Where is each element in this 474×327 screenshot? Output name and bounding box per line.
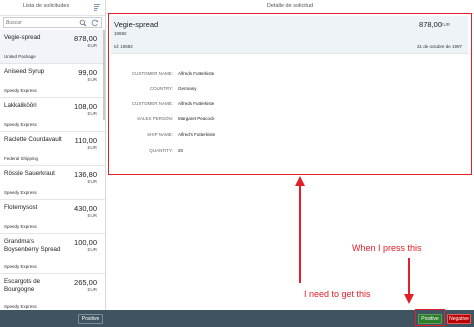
search-input[interactable]: [6, 19, 66, 27]
list-item[interactable]: Vegie-spread 878,00 EUR United Package: [0, 30, 105, 64]
form-value: Alfreds Futterkiste: [178, 101, 215, 106]
item-name: Aniseed Syrup: [4, 68, 45, 75]
object-price: 878,00: [419, 20, 442, 29]
list-item[interactable]: Rössle Sauerkraut 136,80 EUR Speedy Expr…: [0, 166, 105, 200]
item-price: 99,00: [78, 68, 97, 77]
form-row-customer-name: CUSTOMER NAME: Alfreds Futterkiste: [111, 71, 411, 79]
form-value: Germany: [178, 86, 197, 91]
object-header: Vegie-spread 878,00 EUR 10692 Id: 10692 …: [111, 16, 468, 54]
form-row-ship-name: SHIP NAME: Alfred's Futterkiste: [111, 132, 411, 140]
annotation-button-highlight: [415, 309, 445, 326]
form-row-quantity: QUANTITY: 20: [111, 148, 411, 156]
item-price: 100,00: [74, 238, 97, 247]
form-value: Alfreds Futterkiste: [178, 71, 215, 76]
item-shipper: Speedy Express: [4, 304, 37, 309]
detail-header: Detalle de solicitud: [106, 0, 474, 14]
item-name: Flotemysost: [4, 204, 38, 211]
item-name: Rössle Sauerkraut: [4, 170, 55, 177]
form-value: Margaret Peacock: [178, 116, 215, 121]
item-shipper: Speedy Express: [4, 190, 37, 195]
item-name: Vegie-spread: [4, 34, 41, 41]
list-item[interactable]: Lakkaliköōri 108,00 EUR Speedy Express: [0, 98, 105, 132]
detail-pane: Detalle de solicitud Vegie-spread 878,00…: [106, 0, 474, 310]
list-item[interactable]: Flotemysost 430,00 EUR Speedy Express: [0, 200, 105, 234]
item-shipper: Federal Shipping: [4, 156, 39, 161]
item-name: Escargots de Bourgogne: [4, 278, 41, 293]
item-name: Grandma's Boysenberry Spread: [4, 238, 61, 253]
form-label: CUSTOMER NAME:: [131, 101, 173, 106]
item-price: 265,00: [74, 278, 97, 287]
item-currency: EUR: [87, 43, 97, 48]
search-icon[interactable]: [79, 19, 87, 27]
item-price: 108,00: [74, 102, 97, 111]
item-shipper: Speedy Express: [4, 122, 37, 127]
object-title: Vegie-spread: [114, 20, 159, 29]
form-row-country: COUNTRY: Germany: [111, 86, 411, 94]
list-scrollbar[interactable]: [103, 30, 105, 120]
item-currency: EUR: [87, 179, 97, 184]
item-name: Raclette Courdavault: [4, 136, 62, 143]
footer-toolbar: Positive Positive Negative: [0, 310, 474, 327]
master-list-pane: Lista de solicitudes Vegie-spread 878,00…: [0, 0, 106, 327]
form-label: COUNTRY:: [149, 86, 173, 91]
master-header: Lista de solicitudes: [0, 0, 105, 16]
form-label: CUSTOMER NAME:: [131, 71, 173, 76]
list-item[interactable]: Grandma's Boysenberry Spread 100,00 EUR …: [0, 234, 105, 274]
object-number: 10692: [114, 31, 127, 36]
refresh-icon[interactable]: [91, 19, 99, 27]
form-value: 20: [178, 148, 184, 153]
item-shipper: United Package: [4, 54, 36, 59]
list-item[interactable]: Aniseed Syrup 99,00 EUR Speedy Express: [0, 64, 105, 98]
form-label: SHIP NAME:: [147, 132, 173, 137]
list-item[interactable]: Raclette Courdavault 110,00 EUR Federal …: [0, 132, 105, 166]
annotation-press-text: When I press this: [352, 243, 422, 253]
object-date: 31 de octubre de 1997: [416, 44, 462, 49]
item-currency: EUR: [87, 77, 97, 82]
item-shipper: Speedy Express: [4, 264, 37, 269]
item-name: Lakkaliköōri: [4, 102, 37, 109]
item-currency: EUR: [87, 287, 97, 292]
negative-button[interactable]: Negative: [447, 314, 471, 324]
item-shipper: Speedy Express: [4, 224, 37, 229]
sort-icon[interactable]: [93, 3, 101, 11]
object-currency: EUR: [440, 22, 450, 27]
form-label: QUANTITY:: [149, 148, 173, 153]
list-item[interactable]: Escargots de Bourgogne 265,00 EUR Speedy…: [0, 274, 105, 310]
item-currency: EUR: [87, 111, 97, 116]
item-price: 430,00: [74, 204, 97, 213]
master-positive-button[interactable]: Positive: [78, 314, 103, 324]
form-label: SALES PERSON:: [136, 116, 173, 121]
request-list: Vegie-spread 878,00 EUR United Package A…: [0, 30, 105, 310]
item-currency: EUR: [87, 145, 97, 150]
master-title: Lista de solicitudes: [22, 3, 70, 9]
item-currency: EUR: [87, 213, 97, 218]
item-price: 136,80: [74, 170, 97, 179]
search-bar: [3, 17, 102, 28]
annotation-get-text: I need to get this: [304, 289, 371, 299]
item-shipper: Speedy Express: [4, 88, 37, 93]
item-price: 878,00: [74, 34, 97, 43]
item-price: 110,00: [74, 136, 97, 145]
detail-title: Detalle de solicitud: [266, 3, 314, 9]
item-currency: EUR: [87, 247, 97, 252]
form-value: Alfred's Futterkiste: [178, 132, 216, 137]
object-id: Id: 10692: [114, 44, 133, 49]
form-row-sales-person: SALES PERSON: Margaret Peacock: [111, 116, 411, 124]
form-row-customer-name: CUSTOMER NAME: Alfreds Futterkiste: [111, 101, 411, 109]
